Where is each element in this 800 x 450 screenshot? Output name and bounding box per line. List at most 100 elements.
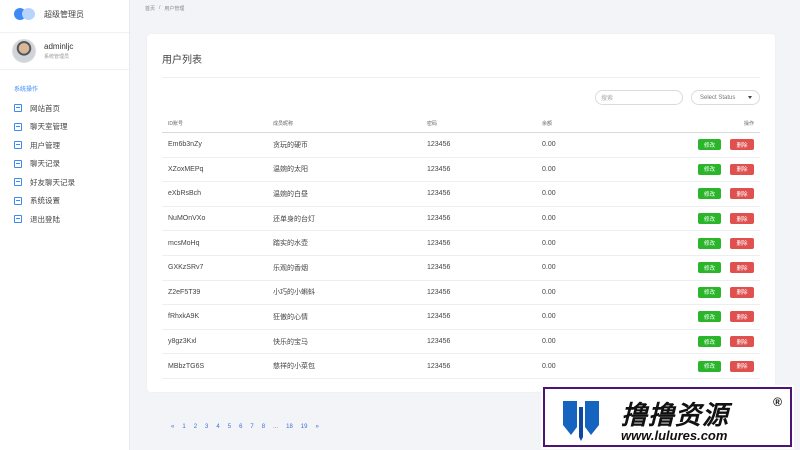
cell-actions: 修改 删除 [682, 262, 760, 274]
sidebar-item-label: 聊天记录 [30, 159, 60, 169]
cell-nickname: 小巧的小蝌蚪 [273, 289, 315, 297]
delete-button[interactable]: 删除 [730, 311, 754, 323]
avatar[interactable] [12, 39, 36, 63]
cell-nickname: 还单身的台灯 [273, 215, 315, 223]
sidebar-item-label: 用户管理 [30, 140, 60, 150]
edit-button[interactable]: 修改 [697, 360, 721, 372]
table-row: GXKzSRv7 乐观的香烟 123456 0.00 修改 删除 [162, 256, 760, 281]
pagination-prev[interactable]: « [171, 424, 174, 430]
delete-button[interactable]: 删除 [730, 336, 754, 348]
table-row: Z2eF5T39 小巧的小蝌蚪 123456 0.00 修改 删除 [162, 281, 760, 306]
cell-password: 123456 [427, 190, 451, 198]
cell-password: 123456 [427, 239, 451, 247]
status-select[interactable]: Select Status [691, 90, 760, 105]
cell-id: NuMOnVXo [168, 215, 206, 223]
page-title: 用户列表 [162, 55, 202, 66]
sidebar-item[interactable]: 聊天室管理 [0, 118, 129, 137]
cell-nickname: 温婉的白昼 [273, 190, 308, 198]
pagination-page[interactable]: 2 [194, 424, 197, 430]
cell-actions: 修改 删除 [682, 237, 760, 249]
cell-id: MBbzTG6S [168, 362, 205, 370]
watermark: 撸撸资源 ® www.lulures.com [541, 385, 794, 449]
menu-item-icon [14, 159, 22, 168]
header-nickname: 成员昵称 [273, 121, 294, 127]
cell-id: Z2eF5T39 [168, 288, 201, 296]
menu-item-icon [14, 122, 22, 131]
nav-heading: 系统操作 [14, 87, 39, 93]
pagination-page[interactable]: 5 [228, 424, 231, 430]
cell-actions: 修改 删除 [682, 188, 760, 200]
sidebar-item[interactable]: 网站首页 [0, 99, 129, 118]
cell-nickname: 温婉的太阳 [273, 166, 308, 174]
brand: 超级管理员 [0, 0, 129, 28]
sidebar-item-label: 好友聊天记录 [30, 177, 75, 187]
sidebar-item[interactable]: 好友聊天记录 [0, 173, 129, 192]
divider [162, 77, 760, 78]
edit-button[interactable]: 修改 [697, 188, 721, 200]
edit-button[interactable]: 修改 [697, 262, 721, 274]
cell-password: 123456 [427, 338, 451, 346]
cell-id: mcsMoHq [168, 239, 200, 247]
user-profile[interactable]: adminljc 系统管理员 [0, 32, 129, 70]
sidebar-item-label: 系统设置 [30, 196, 60, 206]
watermark-logo-icon [563, 401, 599, 441]
cell-actions: 修改 删除 [682, 163, 760, 175]
sidebar-item[interactable]: 系统设置 [0, 192, 129, 211]
edit-button[interactable]: 修改 [697, 163, 721, 175]
sidebar-item-label: 聊天室管理 [30, 122, 68, 132]
edit-button[interactable]: 修改 [697, 286, 721, 298]
pagination-page[interactable]: 1 [182, 424, 185, 430]
brand-logo-icon [14, 8, 36, 20]
edit-button[interactable]: 修改 [697, 139, 721, 151]
delete-button[interactable]: 删除 [730, 213, 754, 225]
cell-password: 123456 [427, 215, 451, 223]
cell-password: 123456 [427, 288, 451, 296]
menu-item-icon [14, 141, 22, 150]
watermark-inner: 撸撸资源 ® www.lulures.com [545, 389, 790, 445]
pagination-page[interactable]: 8 [262, 424, 265, 430]
sidebar-item[interactable]: 退出登陆 [0, 210, 129, 229]
breadcrumb-home[interactable]: 首页 [145, 5, 155, 12]
delete-button[interactable]: 删除 [730, 286, 754, 298]
pagination: « 1 2 3 4 5 6 7 8... 18 19 » [171, 424, 327, 430]
table-row: eXbRsBch 温婉的白昼 123456 0.00 修改 删除 [162, 182, 760, 207]
delete-button[interactable]: 删除 [730, 139, 754, 151]
menu-item-icon [14, 196, 22, 205]
sidebar-item[interactable]: 用户管理 [0, 136, 129, 155]
cell-nickname: 快乐的宝马 [273, 338, 308, 346]
delete-button[interactable]: 删除 [730, 188, 754, 200]
cell-password: 123456 [427, 264, 451, 272]
cell-actions: 修改 删除 [682, 311, 760, 323]
caret-down-icon [748, 96, 752, 99]
cell-nickname: 踏实的水壶 [273, 240, 308, 248]
menu-item-icon [14, 178, 22, 187]
edit-button[interactable]: 修改 [697, 311, 721, 323]
pagination-page[interactable]: 3 [205, 424, 208, 430]
cell-password: 123456 [427, 165, 451, 173]
table-row: Em6b3nZy 贪玩的硬币 123456 0.00 修改 删除 [162, 133, 760, 158]
sidebar: 超级管理员 adminljc 系统管理员 系统操作 网站首页聊天室管理用户管理聊… [0, 0, 130, 450]
delete-button[interactable]: 删除 [730, 163, 754, 175]
sidebar-item[interactable]: 聊天记录 [0, 155, 129, 174]
header-id: ID账号 [168, 121, 184, 127]
delete-button[interactable]: 删除 [730, 360, 754, 372]
pagination-page[interactable]: 7 [250, 424, 253, 430]
pagination-page[interactable]: 4 [216, 424, 219, 430]
pagination-page[interactable]: 19 [301, 424, 308, 430]
pagination-page[interactable]: 18 [286, 424, 293, 430]
delete-button[interactable]: 删除 [730, 237, 754, 249]
edit-button[interactable]: 修改 [697, 213, 721, 225]
delete-button[interactable]: 删除 [730, 262, 754, 274]
user-list-card: 用户列表 搜索 Select Status ID账号 成员昵称 密码 余额 操作… [147, 34, 775, 392]
table-row: NuMOnVXo 还单身的台灯 123456 0.00 修改 删除 [162, 207, 760, 232]
edit-button[interactable]: 修改 [697, 237, 721, 249]
cell-actions: 修改 删除 [682, 139, 760, 151]
cell-actions: 修改 删除 [682, 336, 760, 348]
cell-balance: 0.00 [542, 239, 556, 247]
menu-item-icon [14, 104, 22, 113]
search-input[interactable]: 搜索 [595, 90, 683, 105]
edit-button[interactable]: 修改 [697, 336, 721, 348]
cell-password: 123456 [427, 141, 451, 149]
pagination-page[interactable]: 6 [239, 424, 242, 430]
pagination-next[interactable]: » [315, 424, 318, 430]
